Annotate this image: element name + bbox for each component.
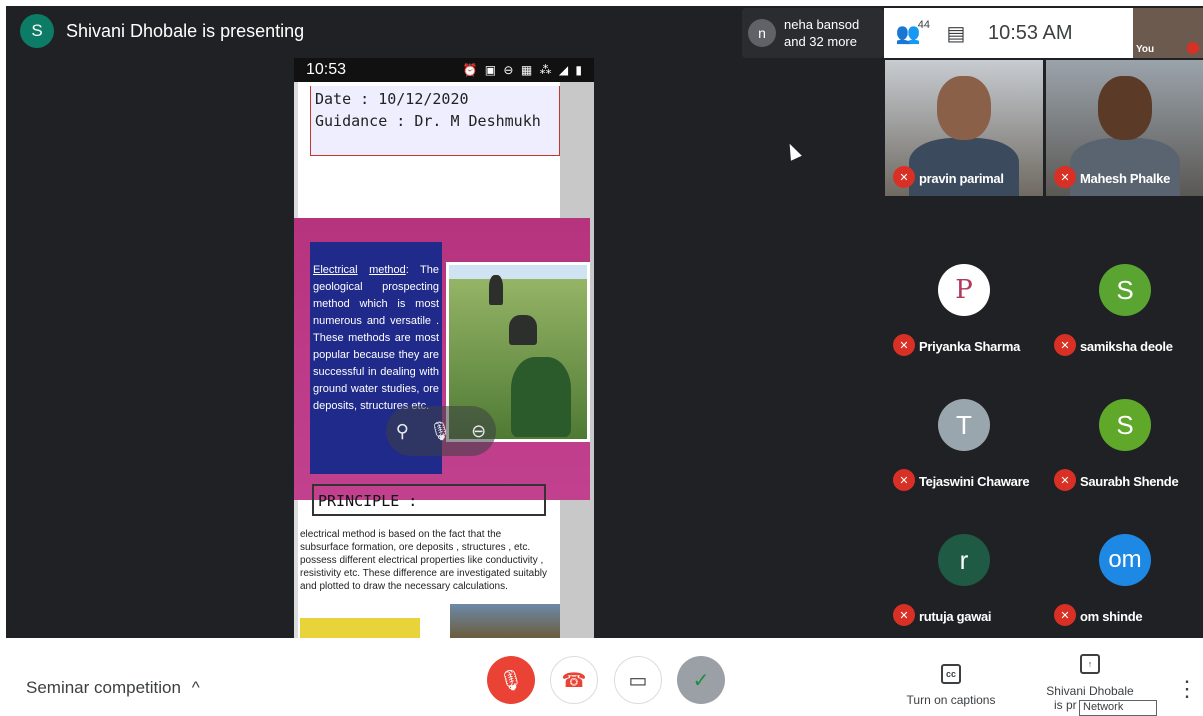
people-count: 44 (917, 19, 930, 31)
participant-tile[interactable]: ✕ Mahesh Phalke (1046, 60, 1203, 196)
slide-lead-1: Electrical (313, 264, 358, 276)
network-tooltip: Network (1079, 700, 1157, 716)
left-edge (0, 0, 6, 638)
top-right-bar: 👥 44 ▤ 10:53 AM You (884, 8, 1203, 58)
more-participants-chip[interactable]: n neha bansod and 32 more (742, 8, 884, 58)
phone-status-icons: ⏰ ▣ ⊖ ▦ ⁂ ◢ ▮ (462, 63, 584, 77)
video-person (937, 76, 991, 140)
participant-avatar: S (1099, 264, 1151, 316)
video-body (909, 138, 1019, 196)
participant-grid: ✕ pravin parimal ✕ Mahesh Phalke P ✕ Pri… (884, 58, 1203, 638)
camera-toggle-button[interactable]: ▭ (614, 656, 662, 704)
guidance-line: Guidance : Dr. M Deshmukh (315, 112, 541, 130)
people-button[interactable]: 👥 44 (884, 13, 932, 53)
date-line: Date : 10/12/2020 (315, 90, 469, 108)
chevron-up-icon: ^ (191, 678, 200, 697)
meeting-details-button[interactable]: Seminar competition ^ (26, 678, 200, 698)
more-options-icon[interactable]: ⋮ (1176, 676, 1198, 702)
mic-icon[interactable]: 🎙 (429, 421, 452, 442)
clock: 10:53 AM (988, 21, 1073, 44)
mic-off-icon: ✕ (893, 334, 915, 356)
participant-avatar: T (938, 399, 990, 451)
chat-button[interactable]: ▤ (932, 13, 980, 53)
participant-name: Saurabh Shende (1080, 474, 1179, 489)
participant-name: samiksha deole (1080, 339, 1173, 354)
photo-figure (489, 275, 503, 305)
slide-image-yellow (300, 618, 420, 638)
present-icon[interactable]: ↑ (1080, 654, 1100, 674)
participant-tile[interactable]: S ✕ Saurabh Shende (1046, 363, 1203, 499)
presenter-avatar: S (20, 14, 54, 48)
slide-body: : The geological prospecting method whic… (313, 264, 440, 412)
camera-icon: ▭ (628, 669, 648, 692)
shared-screen-controls: ⚲ 🎙 ⊖ (386, 406, 496, 456)
accept-button[interactable]: ✓ (677, 656, 725, 704)
presenter-indicator: S Shivani Dhobale is presenting (20, 14, 304, 48)
participant-tile[interactable]: ✕ pravin parimal (885, 60, 1043, 196)
mic-off-icon (1187, 42, 1199, 54)
participant-tile[interactable]: S ✕ samiksha deole (1046, 228, 1203, 364)
hang-up-icon: ☎ (561, 669, 587, 692)
participant-name: Tejaswini Chaware (919, 474, 1030, 489)
principle-title: PRINCIPLE : (312, 484, 546, 516)
slide-electrical-method: Electrical method: The geological prospe… (294, 218, 590, 500)
participant-avatar: n (748, 19, 776, 47)
participant-tile[interactable]: r ✕ rutuja gawai (885, 498, 1043, 634)
phone-status-bar: 10:53 ⏰ ▣ ⊖ ▦ ⁂ ◢ ▮ (294, 58, 594, 82)
captions-icon[interactable]: cc (941, 664, 961, 684)
video-body (1070, 138, 1180, 196)
more-line-2: and 32 more (784, 34, 857, 49)
participant-name: Priyanka Sharma (919, 339, 1021, 354)
participant-tile[interactable]: P ✕ Priyanka Sharma (885, 228, 1043, 364)
slide-lead-2: method (369, 264, 406, 276)
mic-off-icon: 🎙 (498, 669, 524, 692)
participant-avatar: r (938, 534, 990, 586)
title-box: Date : 10/12/2020 Guidance : Dr. M Deshm… (310, 86, 560, 156)
mic-off-icon: ✕ (893, 166, 915, 188)
participant-tile[interactable]: T ✕ Tejaswini Chaware (885, 363, 1043, 499)
bottom-control-bar: Seminar competition ^ 🎙 ☎ ▭ ✓ cc Turn on… (0, 638, 1203, 713)
photo-figure (509, 315, 537, 345)
participant-name: rutuja gawai (919, 609, 992, 624)
participant-avatar: S (1099, 399, 1151, 451)
more-line-1: neha bansod (784, 17, 860, 32)
video-person (1098, 76, 1152, 140)
more-participants-text: neha bansod and 32 more (784, 16, 859, 50)
shared-screen: 10:53 ⏰ ▣ ⊖ ▦ ⁂ ◢ ▮ Date : 10/12/2020 Gu… (294, 58, 594, 638)
meeting-name: Seminar competition (26, 678, 181, 697)
phone-status-time: 10:53 (306, 61, 347, 78)
top-edge (0, 0, 1203, 6)
presenter-text: Shivani Dhobale is presenting (66, 20, 305, 41)
mic-off-icon: ✕ (1054, 604, 1076, 626)
mic-off-icon: ✕ (1054, 334, 1076, 356)
photo-figure (511, 357, 571, 437)
remove-icon[interactable]: ⊖ (471, 421, 486, 442)
mic-off-icon: ✕ (1054, 166, 1076, 188)
mic-off-icon: ✕ (1054, 469, 1076, 491)
mic-off-icon: ✕ (893, 604, 915, 626)
participant-tile[interactable]: om ✕ om shinde (1046, 498, 1203, 634)
mic-toggle-button[interactable]: 🎙 (487, 656, 535, 704)
captions-label[interactable]: Turn on captions (896, 693, 1006, 707)
checkmark-icon: ✓ (692, 669, 710, 692)
participant-avatar: P (938, 264, 990, 316)
photo-sky (449, 265, 587, 279)
self-view-tile[interactable]: You (1133, 8, 1203, 58)
participant-name: om shinde (1080, 609, 1143, 624)
participant-avatar: om (1099, 534, 1151, 586)
present-label-line-1: Shivani Dhobale (1046, 684, 1134, 698)
principle-text: electrical method is based on the fact t… (300, 529, 547, 592)
slide-image-cliff (450, 604, 560, 638)
chat-icon: ▤ (946, 22, 966, 45)
mic-off-icon: ✕ (893, 469, 915, 491)
participant-name: Mahesh Phalke (1080, 171, 1171, 186)
pin-icon[interactable]: ⚲ (396, 421, 409, 442)
leave-call-button[interactable]: ☎ (550, 656, 598, 704)
people-icon: 👥 (895, 22, 921, 45)
self-label: You (1136, 44, 1155, 55)
participant-name: pravin parimal (919, 171, 1004, 186)
